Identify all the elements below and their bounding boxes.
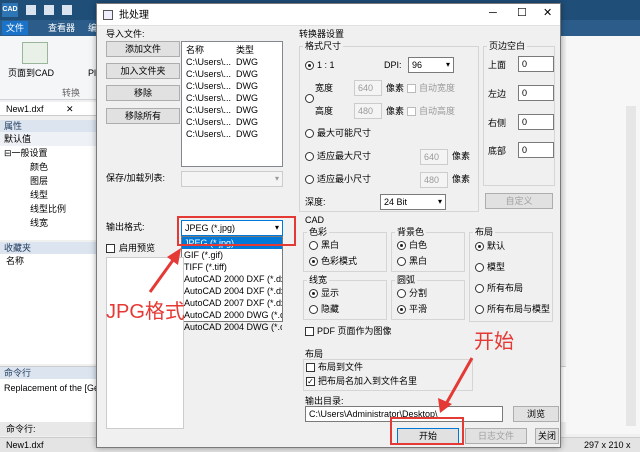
jpg-annotation: JPG格式 — [106, 301, 185, 323]
annotation-arrows — [148, 248, 474, 413]
jpg-arrow — [148, 255, 178, 293]
jpg-arrowhead — [167, 248, 181, 265]
start-annotation: 开始 — [474, 331, 514, 353]
start-arrow — [444, 357, 474, 405]
start-arrowhead — [438, 398, 452, 413]
